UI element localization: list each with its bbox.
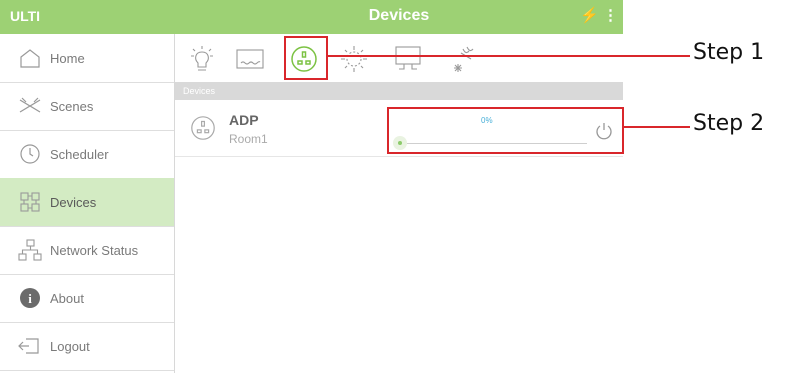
light-bulb-icon[interactable]	[187, 44, 217, 74]
sidebar: Home Scenes Scheduler Devices Network St…	[0, 34, 175, 373]
device-name: ADP	[229, 112, 259, 128]
sidebar-item-label: Scenes	[50, 98, 94, 114]
sidebar-item-label: Logout	[50, 338, 90, 354]
monitor-icon[interactable]	[393, 44, 423, 74]
step2-label: Step 2	[693, 111, 765, 136]
clock-icon	[18, 142, 42, 166]
sidebar-item-devices[interactable]: Devices	[0, 178, 174, 227]
sidebar-item-scheduler[interactable]: Scheduler	[0, 130, 174, 179]
sidebar-item-network-status[interactable]: Network Status	[0, 226, 174, 275]
sidebar-item-label: Scheduler	[50, 146, 109, 162]
sidebar-item-logout[interactable]: Logout	[0, 322, 174, 371]
network-icon	[18, 238, 42, 262]
sidebar-item-scenes[interactable]: Scenes	[0, 82, 174, 131]
device-room: Room1	[229, 132, 268, 146]
bolt-icon[interactable]: ⚡	[580, 6, 599, 24]
sidebar-item-label: Network Status	[50, 242, 139, 258]
kebab-menu-icon[interactable]: ⋮	[603, 6, 618, 24]
step2-pointer-line	[622, 126, 690, 128]
step1-label: Step 1	[693, 40, 765, 65]
step1-highlight-box	[284, 36, 328, 80]
sidebar-item-label: Devices	[50, 194, 97, 210]
device-type-bar	[175, 34, 623, 82]
svg-text:i: i	[28, 291, 32, 306]
dimmer-icon[interactable]	[339, 44, 369, 74]
sidebar-item-about[interactable]: i About	[0, 274, 174, 323]
sidebar-item-home[interactable]: Home	[0, 34, 174, 83]
socket-icon	[189, 114, 217, 147]
heater-icon[interactable]	[235, 44, 265, 74]
main-panel: Devices ADP Room1 0%	[175, 34, 623, 373]
logout-icon	[18, 334, 42, 358]
info-icon: i	[18, 286, 42, 310]
sidebar-item-label: Home	[50, 50, 85, 66]
brand-logo: ULTI	[10, 8, 41, 24]
page-title: Devices	[368, 7, 430, 24]
step2-highlight-box	[387, 107, 624, 154]
ac-icon[interactable]	[447, 44, 477, 74]
home-icon	[18, 46, 42, 70]
sidebar-item-label: About	[50, 290, 84, 306]
devices-section-header: Devices	[175, 82, 623, 100]
scenes-icon	[18, 94, 42, 118]
devices-icon	[18, 190, 42, 214]
step1-pointer-line	[326, 55, 690, 57]
top-bar: ULTI Devices ⚡ ⋮	[0, 0, 623, 34]
